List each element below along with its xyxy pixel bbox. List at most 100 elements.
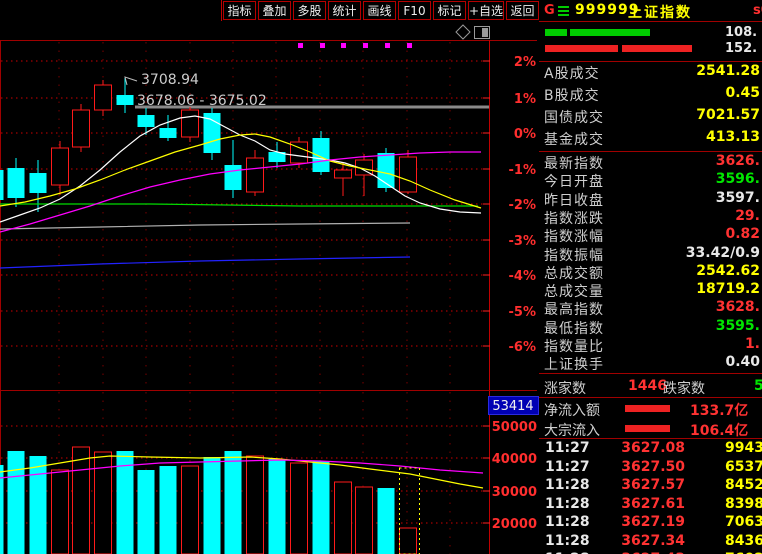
tick-price: 3627.08 — [621, 440, 685, 456]
volume-bar-down — [312, 461, 330, 554]
candle-down — [137, 115, 155, 127]
strength-bar-down — [622, 45, 692, 52]
pct-axis-label: 0% — [514, 127, 536, 142]
current-volume-value: 53414 — [492, 399, 533, 414]
info-value: 2541.28 — [696, 63, 760, 79]
stock-name[interactable]: 上证指数 — [628, 2, 692, 22]
quote-header: G 999999 上证指数 s0 — [539, 0, 762, 21]
tick-volume: 9943 — [725, 440, 762, 456]
clipped-right-text: s0 — [753, 3, 762, 18]
pct-axis-label: -1% — [509, 163, 536, 178]
pct-axis-label: -2% — [509, 198, 536, 213]
tick-time: 11:28 — [545, 532, 590, 549]
tick-volume: 8452 — [725, 477, 762, 493]
tick-row[interactable]: 11:27 3627.08 9943 — [539, 440, 762, 458]
candle-down — [224, 165, 242, 190]
info-value: 18719.2 — [696, 281, 760, 298]
strength-bar-down — [545, 45, 618, 52]
strength-bar-up — [570, 29, 650, 36]
info-value: 3597. — [715, 189, 760, 206]
decliners-label: 跌家数 — [663, 381, 705, 397]
volume-bar-up — [290, 462, 308, 554]
info-label: 上证换手 — [544, 357, 604, 374]
tick-row[interactable]: 11:28 3627.61 8398 — [539, 496, 762, 514]
tick-time: 11:28 — [545, 495, 590, 512]
volume-bar-up — [72, 446, 90, 554]
info-value: 413.13 — [705, 129, 760, 145]
info-label: 昨日收盘 — [544, 192, 604, 209]
info-label: A股成交 — [544, 66, 600, 82]
flow-label: 大宗流入 — [544, 422, 600, 439]
info-label: 指数涨跌 — [544, 210, 604, 227]
separator-line — [539, 151, 762, 152]
info-row: 指数振幅 33.42/0.9 — [539, 244, 762, 264]
tick-row[interactable]: 11:28 3627.57 8452 — [539, 477, 762, 495]
candle-down — [312, 138, 330, 172]
stock-app-window: 指标 叠加 多股 统计 画线 F10 标记 +自选 返回 2% 1% 0% -1% -2% -3% -4% -… — [0, 0, 762, 554]
info-value: 33.42/0.9 — [685, 244, 760, 261]
window-layout-icon-fill — [482, 28, 488, 37]
annotation-high: 3708.94 — [141, 72, 199, 88]
info-row: 总成交额 2542.62 — [539, 263, 762, 282]
flow-value: 106.4亿 — [690, 422, 749, 439]
tick-volume: 8398 — [725, 495, 762, 512]
volume-bar-up — [51, 469, 69, 554]
quote-panel: G 999999 上证指数 s0 108.152. A股成交 2541.28 B股成交… — [539, 0, 762, 554]
info-label: 最低指数 — [544, 320, 604, 337]
tick-row[interactable]: 11:28 3627.34 8436 — [539, 533, 762, 551]
volume-bar-down — [159, 466, 177, 554]
tick-price: 3627.61 — [621, 495, 685, 512]
candle-down — [0, 170, 4, 200]
ma-line-blue — [0, 256, 411, 269]
chart-canvas[interactable]: 2% 1% 0% -1% -2% -3% -4% -5% -6% 50000 40000 30000 2… — [0, 0, 540, 554]
volume-bar-down — [377, 488, 395, 554]
strength-value: 152. — [725, 41, 758, 56]
candle-down — [29, 173, 47, 193]
info-value: 0.45 — [725, 85, 760, 101]
tick-time: 11:27 — [545, 440, 590, 456]
tick-row[interactable]: 11:27 3627.50 6537 — [539, 459, 762, 477]
flow-label: 净流入额 — [544, 403, 600, 419]
decliners-count: 5 — [754, 378, 762, 394]
signal-dot — [385, 43, 390, 48]
candle-down — [116, 95, 134, 105]
info-label: 国债成交 — [544, 110, 604, 126]
flow-bar — [625, 405, 670, 412]
info-row: 今日开盘 3596. — [539, 171, 762, 191]
diamond-icon[interactable] — [455, 24, 471, 40]
info-row: 基金成交 413.13 — [539, 129, 762, 151]
annotation-range: 3678.06 - 3675.02 — [137, 93, 267, 109]
tick-price: 3627.19 — [621, 514, 685, 530]
info-row: 指数涨幅 0.82 — [539, 226, 762, 245]
advancers-count: 1446 — [628, 378, 667, 394]
info-value: 7021.57 — [696, 107, 760, 123]
volume-bar-down — [29, 456, 47, 554]
volume-bar-down — [203, 457, 221, 554]
info-label: B股成交 — [544, 88, 600, 104]
separator-line — [539, 21, 762, 22]
volume-bar-up — [246, 455, 264, 554]
info-row: 最低指数 3595. — [539, 318, 762, 337]
vol-axis-label: 50000 — [492, 420, 537, 435]
info-label: 今日开盘 — [544, 174, 604, 191]
vol-axis-label: 20000 — [492, 517, 537, 532]
candle-down — [159, 128, 177, 138]
menu-icon[interactable] — [558, 6, 569, 18]
volume-bar-up — [334, 481, 352, 554]
candle-up — [181, 109, 199, 138]
pct-axis-label: -3% — [509, 234, 536, 249]
candle-up — [72, 109, 90, 148]
info-label: 总成交量 — [544, 284, 604, 301]
pct-axis-label: 1% — [514, 92, 536, 107]
vol-axis-label: 30000 — [492, 485, 537, 500]
ma-line-gray — [0, 222, 411, 230]
link-group-badge[interactable]: G — [544, 3, 555, 18]
info-value: 3628. — [715, 299, 760, 316]
info-value: 29. — [735, 207, 760, 224]
candle-up — [334, 169, 352, 179]
flow-value: 133.7亿 — [690, 403, 749, 419]
info-row: 昨日收盘 3597. — [539, 189, 762, 209]
advancers-label: 涨家数 — [544, 381, 586, 397]
tick-row[interactable]: 11:28 3627.19 7063 — [539, 514, 762, 532]
candle-up — [94, 84, 112, 111]
